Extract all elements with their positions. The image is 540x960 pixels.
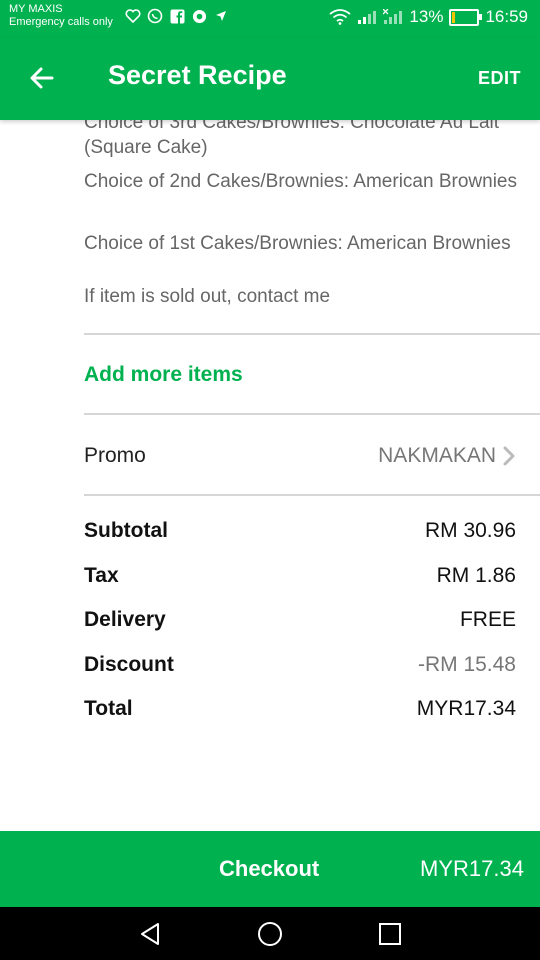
carrier-info: MY MAXIS Emergency calls only (9, 3, 113, 29)
triangle-back-icon (141, 923, 159, 945)
heart-rate-icon (125, 8, 141, 24)
divider (84, 333, 540, 335)
carrier-name: MY MAXIS (9, 3, 63, 15)
system-status: 13% 16:59 (329, 7, 528, 27)
promo-code-text: NAKMAKAN (378, 444, 496, 467)
nav-recents-button[interactable] (376, 920, 404, 948)
item-option: If item is sold out, contact me (84, 286, 331, 307)
facebook-icon (169, 8, 185, 24)
square-recents-icon (379, 923, 401, 945)
divider (84, 413, 540, 415)
checkout-button[interactable]: Checkout MYR17.34 (0, 831, 540, 907)
page-title: Secret Recipe (108, 60, 287, 90)
edit-button[interactable]: EDIT (478, 68, 521, 89)
app-bar: Secret Recipe EDIT (0, 38, 540, 120)
carrier-status: Emergency calls only (9, 16, 113, 28)
delivery-value: FREE (459, 608, 516, 631)
nav-home-button[interactable] (256, 920, 284, 948)
notification-icons (125, 8, 229, 24)
tax-label: Tax (84, 564, 119, 587)
circle-home-icon (258, 922, 282, 946)
battery-level (452, 11, 456, 23)
signal-icon (357, 9, 377, 25)
item-option: Choice of 1st Cakes/Brownies: American B… (84, 233, 511, 254)
order-content[interactable]: Choice of 3rd Cakes/Brownies: Chocolate … (0, 100, 540, 831)
system-navigation-bar (0, 907, 540, 960)
checkout-label: Checkout (219, 856, 320, 881)
status-bar: MY MAXIS Emergency calls only 13% 16:59 (0, 0, 540, 38)
signal-no-service-icon (383, 9, 403, 25)
add-more-items-button[interactable]: Add more items (84, 363, 243, 387)
total-label: Total (84, 697, 133, 720)
item-option: Choice of 2nd Cakes/Brownies: American B… (84, 171, 517, 192)
clock: 16:59 (485, 7, 528, 26)
delivery-label: Delivery (84, 608, 166, 631)
divider (84, 494, 540, 496)
chrome-icon (191, 8, 207, 24)
promo-code[interactable]: NAKMAKAN (378, 444, 516, 468)
promo-label: Promo (84, 444, 146, 467)
checkout-amount: MYR17.34 (420, 856, 524, 881)
chevron-right-icon (503, 446, 515, 466)
navigation-icon (213, 8, 229, 24)
wifi-icon (329, 9, 351, 25)
back-button[interactable] (26, 62, 58, 94)
discount-value: -RM 15.48 (417, 653, 516, 676)
nav-back-button[interactable] (136, 920, 164, 948)
whatsapp-icon (147, 8, 163, 24)
tax-value: RM 1.86 (436, 564, 516, 587)
discount-label: Discount (84, 653, 174, 676)
arrow-left-icon (30, 67, 54, 89)
subtotal-label: Subtotal (84, 519, 168, 542)
battery-percent: 13% (409, 7, 444, 26)
battery-icon (449, 8, 483, 26)
subtotal-value: RM 30.96 (424, 519, 516, 542)
total-value: MYR17.34 (416, 697, 516, 720)
